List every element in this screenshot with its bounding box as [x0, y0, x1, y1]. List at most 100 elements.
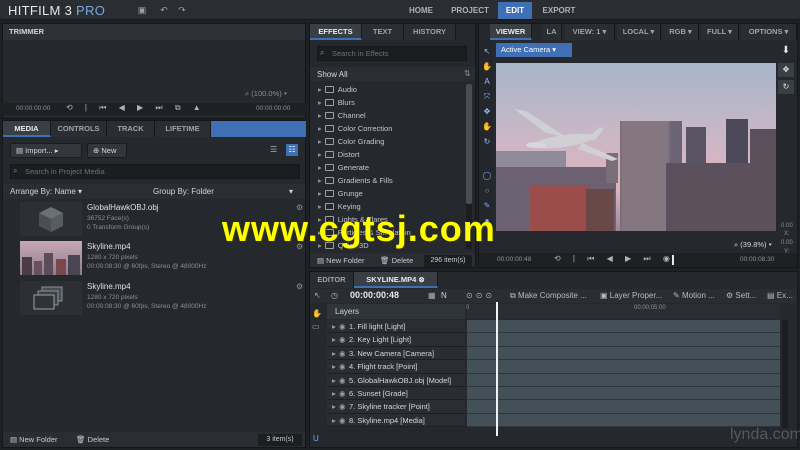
pin-icon[interactable]: ⬇ [778, 45, 794, 59]
view-dropdown[interactable]: VIEW: 1 ▾ [565, 24, 615, 40]
effects-category[interactable]: ▸ Generate [310, 161, 465, 174]
timeline-track[interactable] [467, 333, 780, 347]
media-thumb-video[interactable] [20, 241, 82, 275]
expand-icon[interactable]: ▸ [332, 333, 336, 346]
media-thumb-composite[interactable] [20, 281, 82, 315]
tab-viewer[interactable]: VIEWER [490, 24, 532, 40]
expand-icon[interactable]: ▸ [332, 360, 336, 373]
select-tool-icon[interactable]: ↖ [314, 291, 321, 300]
effects-new-folder-button[interactable]: ▤ New Folder [317, 256, 365, 265]
arrange-dropdown[interactable]: Arrange By: Name ▾ [10, 187, 82, 196]
expand-icon[interactable]: ▸ [332, 387, 336, 400]
layer-row[interactable]: ▸ ◉ 2. Key Light [Light] [327, 333, 465, 347]
effects-category[interactable]: ▸ Audio [310, 83, 465, 96]
editor-timecode[interactable]: 00:00:00:48 [350, 290, 399, 300]
close-icon[interactable]: ⊗ [418, 275, 424, 284]
layer-properties-button[interactable]: ▣ Layer Proper... [600, 291, 662, 300]
layer-row[interactable]: ▸ ◉ 6. Sunset [Grade] [327, 386, 465, 401]
layer-row[interactable]: ▸ ◉ 7. Skyline tracker [Point] [327, 400, 465, 414]
expand-icon[interactable]: ▸ [332, 400, 336, 413]
import-button[interactable]: ▤ Import... ▸ [10, 143, 82, 158]
expand-icon[interactable]: ▸ [318, 137, 322, 146]
media-thumb-obj[interactable] [20, 202, 82, 236]
expand-icon[interactable]: ▸ [318, 124, 322, 133]
undo-icon[interactable]: ↶ [158, 4, 170, 16]
tab-track[interactable]: TRACK [107, 121, 155, 137]
expand-icon[interactable]: ▸ [332, 320, 336, 333]
detail-view-icon[interactable]: ☷ [286, 144, 298, 156]
effects-delete-button[interactable]: 🗑 Delete [380, 256, 413, 265]
tab-editor[interactable]: EDITOR [310, 272, 354, 288]
export-button[interactable]: ▤ Ex... [767, 291, 793, 300]
timeline-track[interactable] [467, 360, 780, 374]
delete-button[interactable]: 🗑 Delete [76, 435, 109, 444]
pan-icon[interactable]: ✥ [778, 63, 794, 77]
tab-history[interactable]: HISTORY [404, 24, 456, 40]
layer-row[interactable]: ▸ ◉ 8. Skyline.mp4 [Media] [327, 413, 465, 428]
tab-layout[interactable]: LA [542, 24, 562, 40]
grid-icon[interactable]: ▦ [428, 291, 436, 300]
expand-icon[interactable]: ▸ [318, 189, 322, 198]
timeline-scrollbar[interactable] [782, 320, 788, 428]
effects-category[interactable]: ▸ Gradients & Fills [310, 174, 465, 187]
eye-icon[interactable]: ◉ [339, 347, 346, 360]
expand-icon[interactable]: ▸ [318, 163, 322, 172]
eye-icon[interactable]: ◉ [339, 360, 346, 373]
timeline-track[interactable] [467, 386, 780, 401]
tab-edit[interactable]: EDIT [498, 2, 532, 19]
tab-lifetime[interactable]: LIFETIME [155, 121, 211, 137]
layer-row[interactable]: ▸ ◉ 4. Flight track [Point] [327, 360, 465, 374]
orbit-icon[interactable]: ↻ [778, 80, 794, 94]
viewer-controls[interactable]: ⟲ | ⏮ ◀ ▶ ⏭ ◉ [554, 254, 675, 264]
media-item-name[interactable]: Skyline.mp4 [87, 242, 131, 251]
save-icon[interactable]: ▣ [136, 4, 148, 16]
timeline-track[interactable] [467, 400, 780, 414]
trimmer-controls[interactable]: ⟲ | ⏮ ◀ ▶ ⏭ ⧉ ▲ [66, 103, 206, 113]
magnet-icon[interactable]: U [313, 434, 319, 443]
rgb-dropdown[interactable]: RGB ▾ [663, 24, 699, 40]
sort-icon[interactable]: ⇅ [464, 69, 471, 78]
viewer-zoom[interactable]: ⌕ (39.8%) ▾ [734, 240, 772, 250]
effects-category[interactable]: ▸ Blurs [310, 96, 465, 109]
timeline-ruler[interactable] [467, 304, 780, 319]
effects-category[interactable]: ▸ Color Grading [310, 135, 465, 148]
tab-text[interactable]: TEXT [362, 24, 404, 40]
expand-icon[interactable]: ▸ [318, 98, 322, 107]
redo-icon[interactable]: ↷ [176, 4, 188, 16]
tab-media[interactable]: MEDIA [3, 121, 51, 137]
eye-icon[interactable]: ◉ [339, 374, 346, 387]
effects-category[interactable]: ▸ Channel [310, 109, 465, 122]
make-composite-button[interactable]: ⧉ Make Composite ... [510, 291, 587, 301]
layer-row[interactable]: ▸ ◉ 1. Fill light [Light] [327, 320, 465, 334]
media-item-name[interactable]: Skyline.mp4 [87, 282, 131, 291]
tab-project[interactable]: PROJECT [444, 2, 496, 19]
media-item-name[interactable]: GlobalHawkOBJ.obj [87, 203, 159, 212]
tab-home[interactable]: HOME [402, 2, 440, 19]
new-button[interactable]: ⊕ New [87, 143, 127, 158]
motion-button[interactable]: ✎ Motion ... [673, 291, 715, 300]
gear-icon[interactable]: ⚙ [296, 282, 303, 291]
expand-icon[interactable]: ▸ [332, 347, 336, 360]
timeline-track[interactable] [467, 373, 780, 387]
expand-icon[interactable]: ▸ [332, 414, 336, 427]
eye-icon[interactable]: ◉ [339, 414, 346, 427]
timeline-track[interactable] [467, 320, 780, 334]
full-dropdown[interactable]: FULL ▾ [701, 24, 739, 40]
timeline-playhead[interactable] [496, 302, 498, 436]
media-search-input[interactable]: Search in Project Media [10, 164, 300, 179]
list-view-icon[interactable]: ☰ [270, 145, 277, 154]
group-dropdown[interactable]: Group By: Folder ▾ [153, 187, 303, 196]
new-folder-button[interactable]: ▤ New Folder [10, 435, 58, 444]
tab-export[interactable]: EXPORT [536, 2, 582, 19]
viewer-playhead[interactable] [672, 255, 674, 265]
local-dropdown[interactable]: LOCAL ▾ [617, 24, 661, 40]
tab-controls[interactable]: CONTROLS [51, 121, 107, 137]
trimmer-zoom[interactable]: ⌕ (100.0%) ▾ [245, 89, 287, 99]
options-dropdown[interactable]: OPTIONS ▾ [741, 24, 797, 40]
eye-icon[interactable]: ◉ [339, 320, 346, 333]
show-all-dropdown[interactable]: Show All [317, 70, 348, 79]
layer-row[interactable]: ▸ ◉ 5. GlobalHawkOBJ.obj [Model] [327, 373, 465, 387]
expand-icon[interactable]: ▸ [318, 150, 322, 159]
viewer-tools[interactable]: ↖ ✋ A ⤧ ✥ ✋ ↻ [481, 44, 493, 149]
settings-button[interactable]: ⚙ Sett... [726, 291, 756, 300]
